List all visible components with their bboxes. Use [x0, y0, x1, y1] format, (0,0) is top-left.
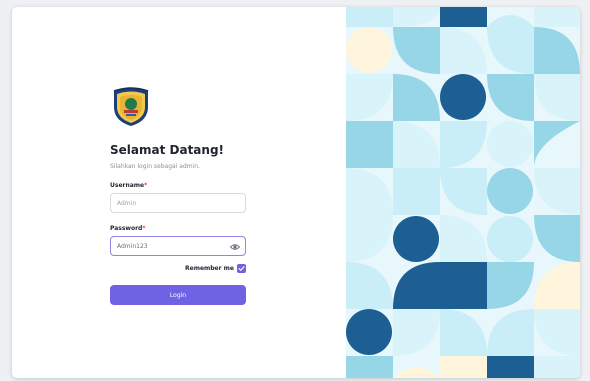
- login-panel: Selamat Datang! Silahkan login sebagai a…: [12, 7, 346, 378]
- check-icon: [238, 266, 245, 271]
- decorative-pattern-panel: [346, 7, 580, 378]
- password-field[interactable]: Admin123: [110, 236, 246, 256]
- username-placeholder: Admin: [117, 199, 137, 207]
- remember-me-checkbox[interactable]: [237, 264, 246, 273]
- seal-logo: [113, 87, 149, 126]
- login-card: Selamat Datang! Silahkan login sebagai a…: [12, 7, 580, 378]
- remember-me-row: Remember me: [110, 264, 246, 273]
- username-field[interactable]: Admin: [110, 193, 246, 213]
- username-label-text: Username: [110, 182, 145, 189]
- page-title: Selamat Datang!: [110, 143, 225, 157]
- login-button[interactable]: Login: [110, 285, 246, 305]
- required-mark: *: [144, 182, 148, 189]
- username-label: Username*: [110, 182, 248, 189]
- password-label: Password*: [110, 225, 248, 232]
- page-subtitle: Silahkan login sebagai admin.: [110, 163, 200, 170]
- geometric-pattern: [346, 7, 580, 378]
- login-form: Selamat Datang! Silahkan login sebagai a…: [110, 85, 248, 305]
- eye-icon[interactable]: [230, 242, 240, 252]
- remember-me-label: Remember me: [185, 265, 234, 272]
- required-mark: *: [142, 225, 146, 232]
- password-value: Admin123: [117, 242, 148, 250]
- password-label-text: Password: [110, 225, 143, 232]
